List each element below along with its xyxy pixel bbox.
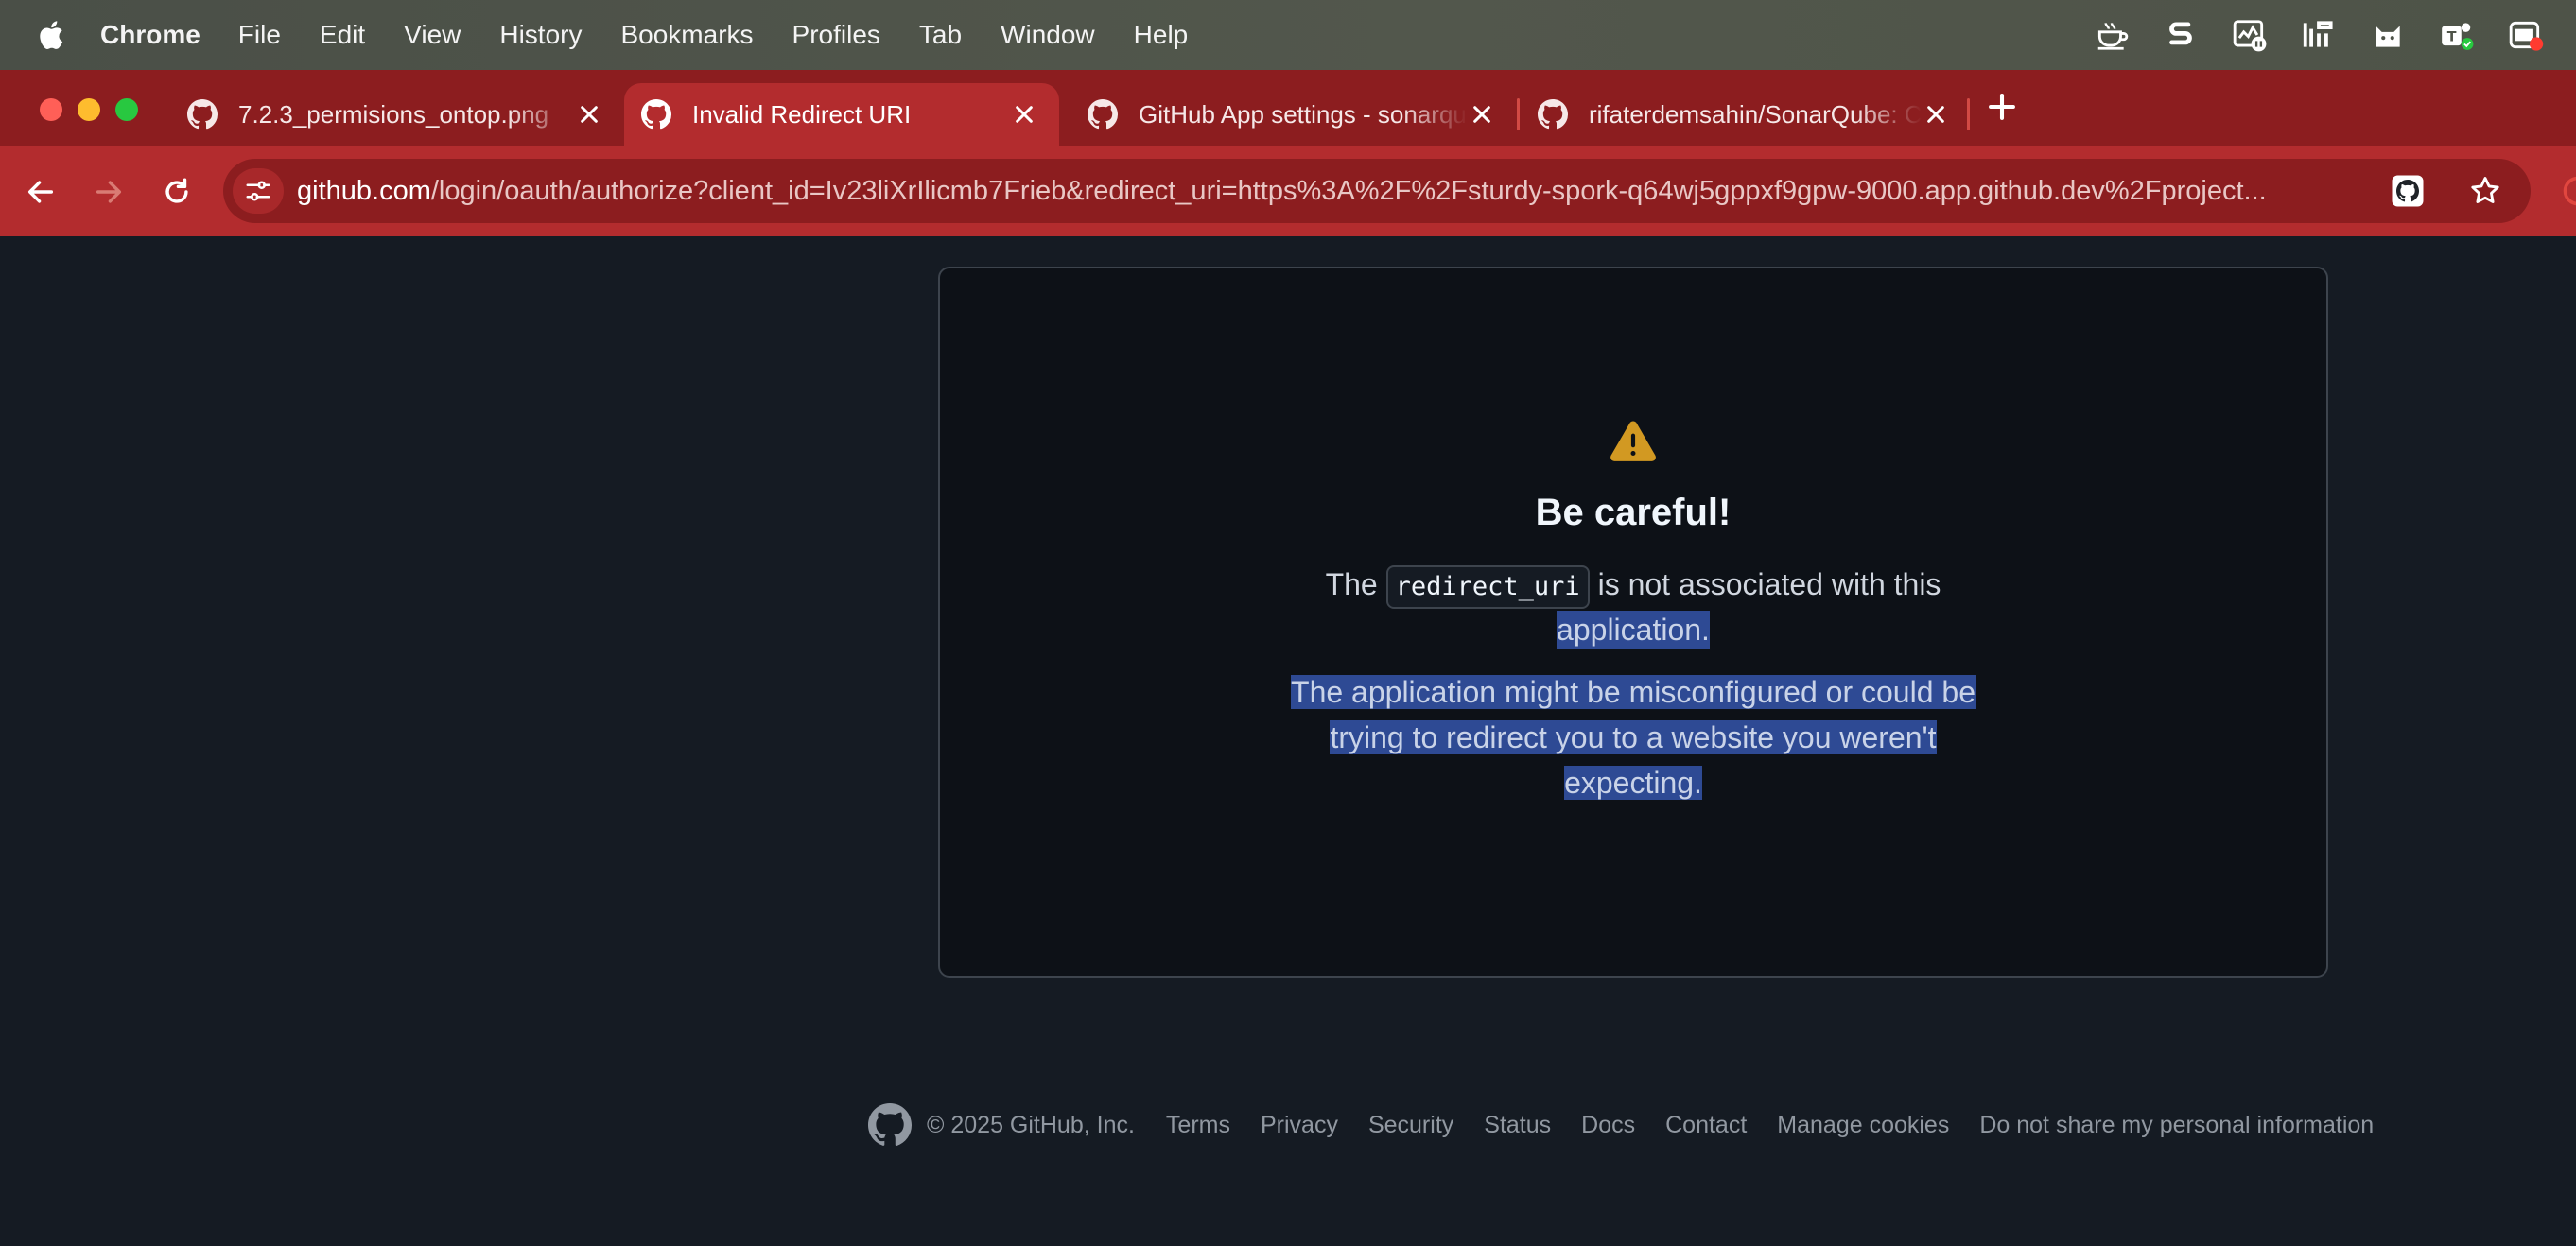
- window-close-button[interactable]: [40, 98, 62, 121]
- tab-title: GitHub App settings - sonarqube: [1139, 99, 1468, 129]
- menu-profiles[interactable]: Profiles: [792, 20, 880, 50]
- github-favicon-icon: [187, 99, 218, 130]
- menu-tab[interactable]: Tab: [919, 20, 962, 50]
- apple-icon[interactable]: [36, 18, 64, 52]
- menu-edit[interactable]: Edit: [320, 20, 365, 50]
- copyright-text: © 2025 GitHub, Inc.: [927, 1111, 1135, 1138]
- tab-sonarqube-repo[interactable]: rifaterdemsahin/SonarQube: Code: [1538, 83, 1950, 146]
- site-info-button[interactable]: [233, 168, 284, 214]
- close-tab-icon[interactable]: [1468, 100, 1496, 129]
- close-tab-icon[interactable]: [1010, 100, 1038, 129]
- svg-text:T: T: [2447, 29, 2457, 44]
- notice-suffix: is not associated with this: [1597, 567, 1941, 601]
- tab-permissions-png[interactable]: 7.2.3_permisions_ontop.png: [187, 83, 603, 146]
- notice-prefix: The: [1325, 567, 1378, 601]
- teams-icon[interactable]: T: [2438, 16, 2476, 54]
- selected-text: The application might be misconfigured o…: [1291, 675, 1976, 709]
- back-arrow-icon[interactable]: [25, 176, 57, 208]
- page-footer: © 2025 GitHub, Inc. Terms Privacy Securi…: [868, 1100, 2374, 1150]
- notice-message-line-2: application.: [938, 607, 2328, 652]
- github-favicon-icon: [1538, 99, 1568, 130]
- notice-title: Be careful!: [1535, 492, 1732, 533]
- menu-window[interactable]: Window: [1001, 20, 1095, 50]
- tab-title: Invalid Redirect URI: [692, 99, 912, 129]
- footer-link-manage-cookies[interactable]: Manage cookies: [1777, 1112, 1949, 1139]
- redirect-uri-code: redirect_uri: [1385, 564, 1590, 609]
- footer-link-terms[interactable]: Terms: [1166, 1112, 1230, 1139]
- url-domain: github.com: [297, 176, 431, 206]
- selected-text: expecting.: [1564, 766, 1702, 800]
- new-tab-plus-icon[interactable]: [1986, 91, 2018, 123]
- url-path: /login/oauth/authorize?client_id=Iv23liX…: [430, 176, 2267, 206]
- close-tab-icon[interactable]: [1922, 100, 1950, 129]
- footer-link-contact[interactable]: Contact: [1665, 1112, 1747, 1139]
- menu-bookmarks[interactable]: Bookmarks: [620, 20, 753, 50]
- bookmark-star-icon[interactable]: [2468, 174, 2502, 208]
- tab-title: rifaterdemsahin/SonarQube: Code: [1589, 99, 1922, 129]
- github-favicon-icon: [641, 99, 671, 130]
- menu-view[interactable]: View: [404, 20, 461, 50]
- tab-title: 7.2.3_permisions_ontop.png: [238, 99, 549, 129]
- window-zoom-button[interactable]: [115, 98, 138, 121]
- cat-app-icon[interactable]: [2369, 16, 2407, 54]
- github-extension-icon[interactable]: [2391, 174, 2425, 208]
- menu-chrome[interactable]: Chrome: [100, 20, 200, 50]
- github-logo-icon[interactable]: [868, 1103, 912, 1147]
- footer-link-security[interactable]: Security: [1368, 1112, 1453, 1139]
- menu-file[interactable]: File: [238, 20, 281, 50]
- menu-help[interactable]: Help: [1134, 20, 1189, 50]
- footer-link-do-not-share[interactable]: Do not share my personal information: [1979, 1112, 2374, 1139]
- calendar-notification-icon[interactable]: [2507, 16, 2545, 54]
- footer-link-privacy[interactable]: Privacy: [1261, 1112, 1338, 1139]
- github-favicon-icon: [1088, 99, 1118, 130]
- tab-github-app-settings[interactable]: GitHub App settings - sonarqube: [1088, 83, 1496, 146]
- notice-message-line: The redirect_uri is not associated with …: [938, 562, 2328, 609]
- bar-stats-icon[interactable]: [2300, 16, 2338, 54]
- window-minimize-button[interactable]: [78, 98, 100, 121]
- macos-menu-bar: Chrome File Edit View History Bookmarks …: [0, 0, 2576, 70]
- coffee-cup-icon[interactable]: [2093, 16, 2131, 54]
- reload-icon[interactable]: [161, 176, 193, 208]
- footer-link-docs[interactable]: Docs: [1581, 1112, 1635, 1139]
- selected-text: application.: [1557, 611, 1710, 649]
- alert-warning-icon: [1610, 421, 1656, 461]
- status-tray: T: [2093, 0, 2576, 70]
- s-logo-icon[interactable]: [2162, 16, 2200, 54]
- tune-settings-icon: [246, 181, 270, 201]
- selected-text: trying to redirect you to a website you …: [1330, 720, 1937, 754]
- tab-separator: [1517, 98, 1520, 130]
- close-tab-icon[interactable]: [575, 100, 603, 129]
- notice-explanation: The application might be misconfigured o…: [1263, 669, 2003, 805]
- menu-history[interactable]: History: [499, 20, 582, 50]
- footer-link-status[interactable]: Status: [1484, 1112, 1551, 1139]
- activity-monitor-icon[interactable]: [2231, 16, 2269, 54]
- tab-separator: [1967, 98, 1970, 130]
- extension-red-icon[interactable]: [2561, 174, 2576, 208]
- forward-arrow-icon[interactable]: [93, 176, 125, 208]
- url-text[interactable]: github.com/login/oauth/authorize?client_…: [297, 174, 2358, 208]
- tab-invalid-redirect-uri[interactable]: Invalid Redirect URI: [624, 83, 1059, 146]
